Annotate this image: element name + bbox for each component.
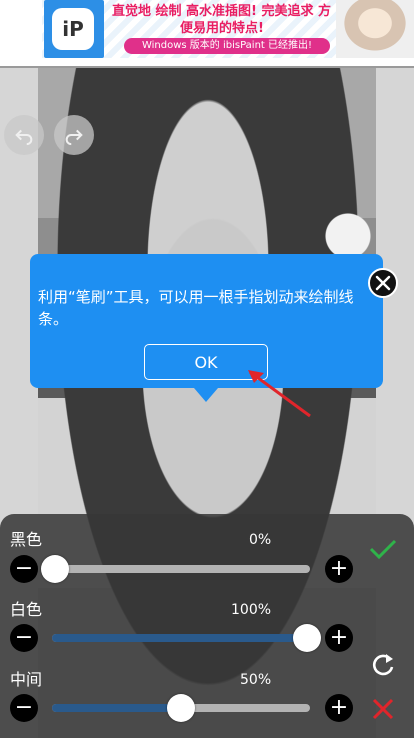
black-level-label: 黑色 <box>10 530 43 549</box>
levels-adjust-panel: 黑色 0% − + 白色 100% − + 中间 50% − + <box>0 514 414 738</box>
white-level-slider-thumb[interactable] <box>293 624 321 652</box>
black-level-slider[interactable] <box>52 565 310 573</box>
undo-icon <box>15 129 33 146</box>
ibispaint-logo-icon: iP <box>52 8 94 50</box>
black-level-minus-button[interactable]: − <box>10 555 38 583</box>
tutorial-tooltip: 利用“笔刷”工具，可以用一根手指划动来绘制线条。 OK <box>30 254 383 388</box>
reset-icon[interactable] <box>368 650 398 680</box>
white-level-slider[interactable] <box>52 634 310 642</box>
midtone-level-minus-button[interactable]: − <box>10 694 38 722</box>
ad-headline-line2: 便易用的特点! <box>180 21 264 36</box>
tooltip-pointer <box>194 388 218 402</box>
white-level-plus-button[interactable]: + <box>325 624 353 652</box>
undo-button[interactable] <box>4 115 44 155</box>
redo-icon <box>65 129 83 146</box>
white-level-minus-button[interactable]: − <box>10 624 38 652</box>
midtone-level-value: 50% <box>240 672 272 688</box>
white-level-value: 100% <box>231 602 272 618</box>
ad-character-illustration <box>336 0 414 58</box>
red-annotation-arrow <box>248 370 311 418</box>
close-icon <box>375 275 391 291</box>
white-level-label: 白色 <box>10 600 43 619</box>
midtone-level-plus-button[interactable]: + <box>325 694 353 722</box>
black-level-slider-thumb[interactable] <box>41 555 69 583</box>
ad-pill-button[interactable]: Windows 版本的 ibisPaint 已经推出! <box>124 38 330 54</box>
logo-text: iP <box>62 17 84 41</box>
ibispaint-logo[interactable]: iP <box>44 0 104 58</box>
cancel-x-icon[interactable] <box>368 694 398 724</box>
checkmark-icon[interactable] <box>368 534 398 564</box>
black-level-value: 0% <box>249 532 272 548</box>
midtone-level-label: 中间 <box>10 670 43 689</box>
midtone-level-slider-thumb[interactable] <box>167 694 195 722</box>
black-level-plus-button[interactable]: + <box>325 555 353 583</box>
tooltip-close-button[interactable] <box>368 268 398 298</box>
redo-button[interactable] <box>54 115 94 155</box>
ad-banner[interactable]: iP 直觉地 绘制 高水准插图! 完美追求 方 便易用的特点! Windows … <box>0 0 414 66</box>
tooltip-message: 利用“笔刷”工具，可以用一根手指划动来绘制线条。 <box>38 288 354 328</box>
